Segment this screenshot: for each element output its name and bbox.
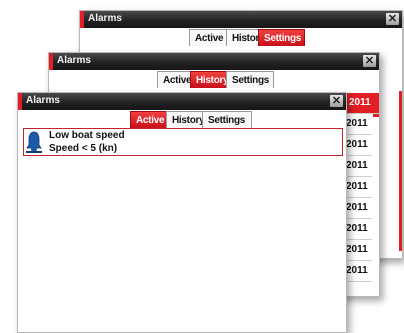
- history-date[interactable]: 2011: [346, 135, 372, 156]
- tab-bar: Active History Settings: [49, 70, 379, 88]
- tab-settings[interactable]: Settings: [258, 29, 305, 46]
- title-bar: Alarms ✕: [18, 93, 346, 110]
- tab-settings[interactable]: Settings: [226, 71, 274, 88]
- tab-active[interactable]: Active: [157, 71, 192, 88]
- close-button[interactable]: ✕: [330, 95, 343, 107]
- tab-bar: Active History Settings: [80, 28, 402, 46]
- history-date[interactable]: 2011: [346, 240, 372, 261]
- close-button[interactable]: ✕: [363, 55, 376, 67]
- history-date[interactable]: 2011: [346, 219, 372, 240]
- alarm-row[interactable]: Low boat speed Speed < 5 (kn): [23, 128, 343, 156]
- close-button[interactable]: ✕: [386, 13, 399, 25]
- window-title: Alarms: [88, 13, 122, 24]
- history-date[interactable]: 2011: [346, 261, 372, 282]
- tab-active[interactable]: Active: [130, 111, 167, 128]
- history-date[interactable]: 2011: [346, 198, 372, 219]
- tab-active[interactable]: Active: [189, 29, 227, 46]
- title-bar: Alarms ✕: [80, 11, 402, 28]
- title-accent: [49, 53, 53, 70]
- history-date[interactable]: 2011: [346, 156, 372, 177]
- history-date[interactable]: 2011: [346, 114, 372, 135]
- scroll-indicator[interactable]: [399, 91, 402, 251]
- alarm-condition: Speed < 5 (kn): [49, 143, 118, 154]
- alarm-name: Low boat speed: [49, 130, 125, 141]
- title-accent: [18, 93, 22, 110]
- tab-history[interactable]: History: [166, 111, 205, 128]
- history-date[interactable]: 2011: [346, 177, 372, 198]
- tab-history[interactable]: History: [190, 71, 229, 88]
- title-accent: [80, 11, 84, 28]
- window-title: Alarms: [26, 95, 60, 106]
- close-icon: ✕: [364, 55, 375, 67]
- window-title: Alarms: [57, 55, 91, 66]
- title-bar: Alarms ✕: [49, 53, 379, 70]
- history-date[interactable]: 2011: [346, 93, 379, 114]
- close-icon: ✕: [387, 13, 398, 25]
- bell-icon: [26, 131, 42, 153]
- close-icon: ✕: [331, 95, 342, 107]
- tab-settings[interactable]: Settings: [202, 111, 252, 128]
- tab-bar: Active History Settings: [18, 110, 346, 128]
